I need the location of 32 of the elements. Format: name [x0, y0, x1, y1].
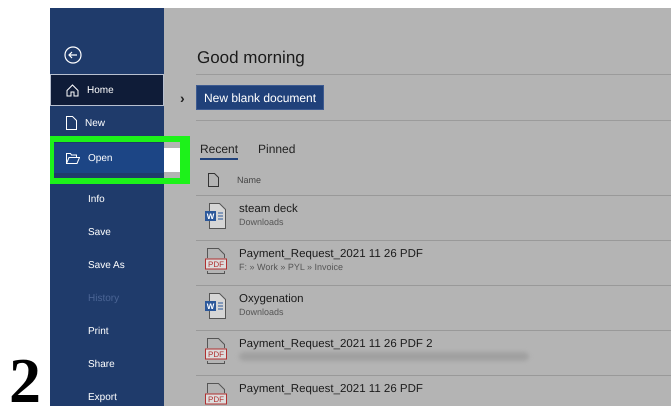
file-name[interactable]: Payment_Request_2021 11 26 PDF 2 — [239, 338, 529, 350]
tab[interactable]: Recent — [200, 142, 238, 160]
sidebar-item[interactable]: Export — [50, 381, 164, 406]
file-location: Downloads — [239, 217, 285, 227]
sidebar-item[interactable]: Info — [50, 183, 164, 215]
document-icon — [66, 116, 77, 130]
new-blank-document-button[interactable]: New blank document — [196, 85, 324, 110]
expand-arrow[interactable]: › — [180, 90, 185, 106]
file-location: F: » Work » PYL » Invoice — [239, 262, 344, 272]
step-number: 2 — [9, 356, 41, 406]
greeting-heading: Good morning — [196, 47, 306, 69]
file-row[interactable]: PDF Payment_Request_2021 11 26 PDF — [196, 376, 671, 406]
tab[interactable]: Pinned — [258, 142, 296, 160]
file-row[interactable]: W Oxygenation Downloads — [196, 286, 671, 331]
sidebar-item[interactable]: Save — [50, 216, 164, 248]
column-header[interactable]: Name — [237, 175, 262, 185]
file-name[interactable]: Payment_Request_2021 11 26 PDF — [239, 383, 423, 395]
sidebar-item[interactable]: Save As — [50, 249, 164, 281]
sidebar-item[interactable]: Home — [50, 74, 164, 106]
file-name[interactable]: steam deck — [239, 203, 298, 215]
sidebar-item[interactable]: New — [50, 107, 164, 139]
folder-icon — [66, 152, 80, 164]
file-row[interactable]: PDF Payment_Request_2021 11 26 PDF F: » Work » PYL » Invoice — [196, 241, 671, 286]
home-icon — [66, 84, 79, 96]
file-name[interactable]: Payment_Request_2021 11 26 PDF — [239, 248, 423, 260]
file-location: Downloads — [239, 307, 285, 317]
file-name[interactable]: Oxygenation — [239, 293, 304, 305]
sidebar-item[interactable]: Print — [50, 315, 164, 347]
sidebar-item[interactable]: Share — [50, 348, 164, 380]
file-row[interactable]: W steam deck Downloads — [196, 196, 671, 241]
document-icon — [208, 173, 219, 187]
file-row[interactable]: PDF Payment_Request_2021 11 26 PDF 2 — [196, 331, 671, 376]
